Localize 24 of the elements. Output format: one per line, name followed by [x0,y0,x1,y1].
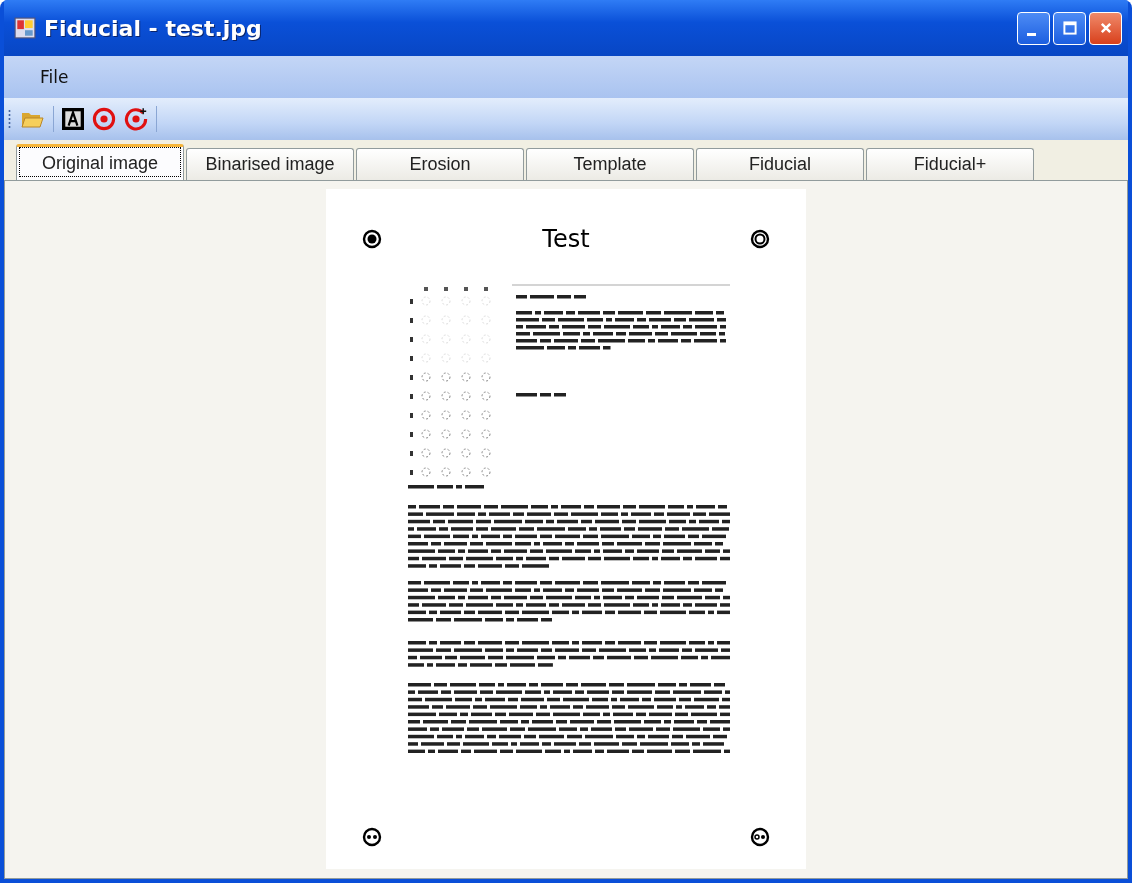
menu-item[interactable]: File [34,65,75,89]
tab[interactable]: Erosion [356,148,524,180]
target-icon[interactable] [92,107,116,131]
minimize-icon [1027,32,1036,36]
window-title: Fiducial - test.jpg [44,15,263,41]
tab[interactable]: Original image [16,144,184,180]
fiducial-mark-icon [750,229,770,249]
fiducial-mark-icon [750,827,770,847]
tab[interactable]: Fiducial [696,148,864,180]
tab[interactable]: Binarised image [186,148,354,180]
grip-icon[interactable] [8,109,11,129]
maximize-button[interactable] [1053,11,1086,45]
fiducial-mark-icon [362,827,382,847]
fiducial-mark-icon [362,229,382,249]
letter-icon[interactable] [62,108,84,130]
minimize-button[interactable] [1017,11,1050,45]
maximize-icon [1062,21,1077,35]
target-plus-icon[interactable] [124,107,148,131]
close-icon [1098,21,1113,35]
close-button[interactable] [1089,11,1122,45]
app-icon [14,17,36,39]
document-title: Test [542,225,590,253]
tab[interactable]: Fiducial+ [866,148,1034,180]
tab[interactable]: Template [526,148,694,180]
